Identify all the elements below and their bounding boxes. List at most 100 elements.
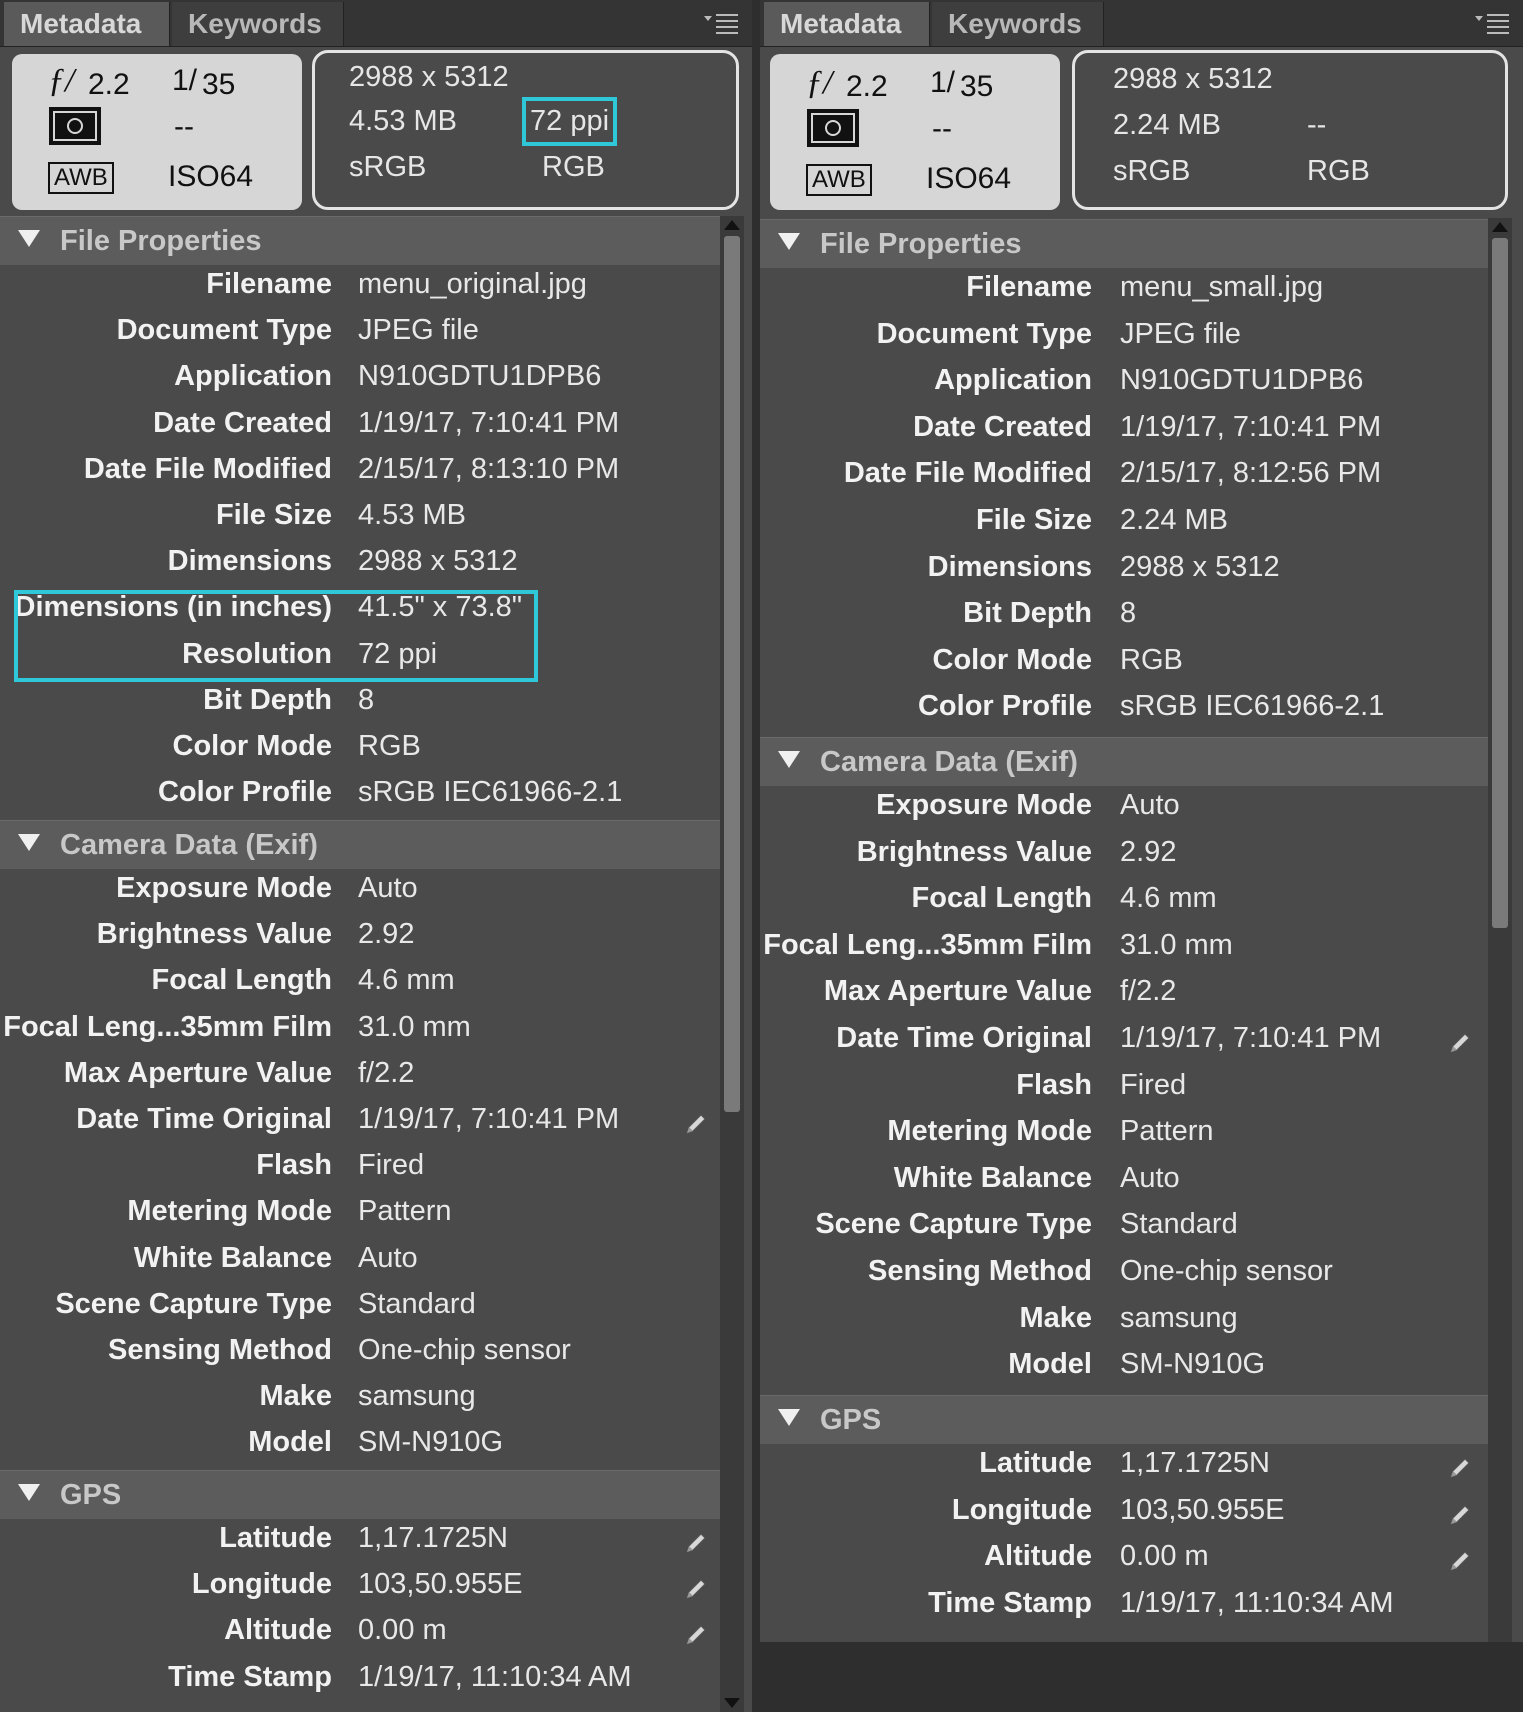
scrollbar[interactable] — [720, 216, 744, 1712]
metadata-value[interactable]: N910GDTU1DPB6 — [358, 360, 601, 393]
metadata-value[interactable]: 0.00 m — [358, 1614, 447, 1647]
metadata-value[interactable]: Pattern — [1120, 1115, 1214, 1148]
metadata-value[interactable]: 4.53 MB — [358, 499, 466, 532]
metadata-value[interactable]: menu_small.jpg — [1120, 271, 1323, 304]
metadata-value[interactable]: samsung — [358, 1380, 476, 1413]
tab-keywords[interactable]: Keywords — [932, 2, 1104, 46]
metadata-value[interactable]: 1/19/17, 7:10:41 PM — [358, 1103, 619, 1136]
section-header-camera-data[interactable]: Camera Data (Exif) — [0, 820, 720, 869]
metadata-value[interactable]: 1/19/17, 11:10:34 AM — [358, 1661, 632, 1694]
metadata-value[interactable]: sRGB IEC61966-2.1 — [358, 776, 622, 809]
metadata-value[interactable]: menu_original.jpg — [358, 268, 587, 301]
disclosure-triangle-icon[interactable] — [778, 1409, 800, 1426]
disclosure-triangle-icon[interactable] — [778, 751, 800, 768]
metadata-row: Focal Leng...35mm Film 31.0 mm — [760, 929, 1488, 975]
section-title: File Properties — [820, 228, 1022, 260]
section-header-camera-data[interactable]: Camera Data (Exif) — [760, 737, 1488, 786]
edit-pencil-icon[interactable] — [1448, 1455, 1472, 1479]
metadata-value[interactable]: Standard — [1120, 1208, 1238, 1241]
metadata-value[interactable]: Pattern — [358, 1195, 452, 1228]
metadata-value[interactable]: Fired — [358, 1149, 424, 1182]
metadata-value[interactable]: Auto — [1120, 1162, 1180, 1195]
metadata-row: Focal Length 4.6 mm — [0, 964, 720, 1010]
scroll-thumb[interactable] — [1492, 238, 1508, 928]
metadata-value[interactable]: 8 — [358, 684, 374, 717]
metadata-value[interactable]: Standard — [358, 1288, 476, 1321]
metadata-value[interactable]: 1/19/17, 11:10:34 AM — [1120, 1587, 1394, 1620]
disclosure-triangle-icon[interactable] — [18, 230, 40, 247]
scroll-up-icon[interactable] — [1492, 222, 1508, 232]
metadata-value[interactable]: 103,50.955E — [358, 1568, 522, 1601]
metadata-value[interactable]: N910GDTU1DPB6 — [1120, 364, 1363, 397]
metadata-value[interactable]: JPEG file — [1120, 318, 1241, 351]
metadata-label: Altitude — [984, 1540, 1092, 1573]
metadata-value[interactable]: 2.92 — [1120, 836, 1176, 869]
metadata-value[interactable]: Auto — [1120, 789, 1180, 822]
metadata-value[interactable]: 4.6 mm — [1120, 882, 1217, 915]
panel-menu-icon[interactable] — [702, 8, 742, 38]
metadata-value[interactable]: 1/19/17, 7:10:41 PM — [1120, 1022, 1381, 1055]
edit-pencil-icon[interactable] — [684, 1576, 708, 1600]
metadata-value[interactable]: RGB — [1120, 644, 1183, 677]
metadata-value[interactable]: Auto — [358, 1242, 418, 1275]
metadata-value[interactable]: 0.00 m — [1120, 1540, 1209, 1573]
metadata-value[interactable]: 1/19/17, 7:10:41 PM — [358, 407, 619, 440]
metadata-value[interactable]: JPEG file — [358, 314, 479, 347]
section-header-gps[interactable]: GPS — [0, 1470, 720, 1519]
metadata-value[interactable]: SM-N910G — [358, 1426, 503, 1459]
summary-color-mode: RGB — [1307, 155, 1370, 187]
tab-keywords[interactable]: Keywords — [172, 2, 344, 46]
metadata-value[interactable]: RGB — [358, 730, 421, 763]
metadata-value[interactable]: 8 — [1120, 597, 1136, 630]
panel-menu-icon[interactable] — [1473, 8, 1513, 38]
tab-metadata[interactable]: Metadata — [4, 2, 170, 46]
disclosure-triangle-icon[interactable] — [778, 233, 800, 250]
metadata-value[interactable]: 2.92 — [358, 918, 414, 951]
metadata-label: Max Aperture Value — [823, 975, 1092, 1008]
scrollbar[interactable] — [1488, 218, 1512, 1642]
metadata-summary: ƒ/ 2.2 1/ 35 -- AWB ISO64 2988 x 5312 2.… — [760, 50, 1523, 215]
metadata-value[interactable]: 1,17.1725N — [358, 1522, 508, 1555]
metadata-label: Bit Depth — [963, 597, 1092, 630]
scroll-thumb[interactable] — [724, 236, 740, 1112]
metadata-value[interactable]: Fired — [1120, 1069, 1186, 1102]
edit-pencil-icon[interactable] — [684, 1622, 708, 1646]
edit-pencil-icon[interactable] — [684, 1111, 708, 1135]
edit-pencil-icon[interactable] — [1448, 1030, 1472, 1054]
metadata-value[interactable]: 1,17.1725N — [1120, 1447, 1270, 1480]
metadata-value[interactable]: One-chip sensor — [358, 1334, 571, 1367]
metadata-value[interactable]: f/2.2 — [1120, 975, 1176, 1008]
scroll-up-icon[interactable] — [724, 220, 740, 230]
tab-metadata[interactable]: Metadata — [764, 2, 930, 46]
disclosure-triangle-icon[interactable] — [18, 834, 40, 851]
metadata-value[interactable]: 31.0 mm — [1120, 929, 1233, 962]
edit-pencil-icon[interactable] — [1448, 1548, 1472, 1572]
metadata-value[interactable]: 2988 x 5312 — [1120, 551, 1280, 584]
metadata-value[interactable]: 103,50.955E — [1120, 1494, 1284, 1527]
metadata-value[interactable]: sRGB IEC61966-2.1 — [1120, 690, 1384, 723]
metadata-value[interactable]: 2.24 MB — [1120, 504, 1228, 537]
section-header-file-properties[interactable]: File Properties — [760, 219, 1488, 268]
section-header-file-properties[interactable]: File Properties — [0, 216, 720, 265]
metadata-value[interactable]: One-chip sensor — [1120, 1255, 1333, 1288]
edit-pencil-icon[interactable] — [1448, 1502, 1472, 1526]
metadata-value[interactable]: Auto — [358, 872, 418, 905]
metadata-value[interactable]: 2/15/17, 8:13:10 PM — [358, 453, 619, 486]
metadata-row: White Balance Auto — [0, 1242, 720, 1288]
edit-pencil-icon[interactable] — [684, 1530, 708, 1554]
metadata-value[interactable]: 2/15/17, 8:12:56 PM — [1120, 457, 1381, 490]
disclosure-triangle-icon[interactable] — [18, 1484, 40, 1501]
scroll-down-icon[interactable] — [724, 1698, 740, 1708]
metadata-value[interactable]: samsung — [1120, 1302, 1238, 1335]
metadata-value[interactable]: 1/19/17, 7:10:41 PM — [1120, 411, 1381, 444]
shutter-denominator: 35 — [202, 68, 236, 101]
metadata-value[interactable]: f/2.2 — [358, 1057, 414, 1090]
metadata-row: Color Profile sRGB IEC61966-2.1 — [760, 690, 1488, 736]
metadata-row: Date Time Original 1/19/17, 7:10:41 PM — [760, 1022, 1488, 1068]
metadata-value[interactable]: 2988 x 5312 — [358, 545, 518, 578]
metadata-value[interactable]: 31.0 mm — [358, 1011, 471, 1044]
metadata-value[interactable]: SM-N910G — [1120, 1348, 1265, 1381]
metadata-value[interactable]: 4.6 mm — [358, 964, 455, 997]
metadata-label: Make — [1019, 1301, 1092, 1334]
section-header-gps[interactable]: GPS — [760, 1395, 1488, 1444]
